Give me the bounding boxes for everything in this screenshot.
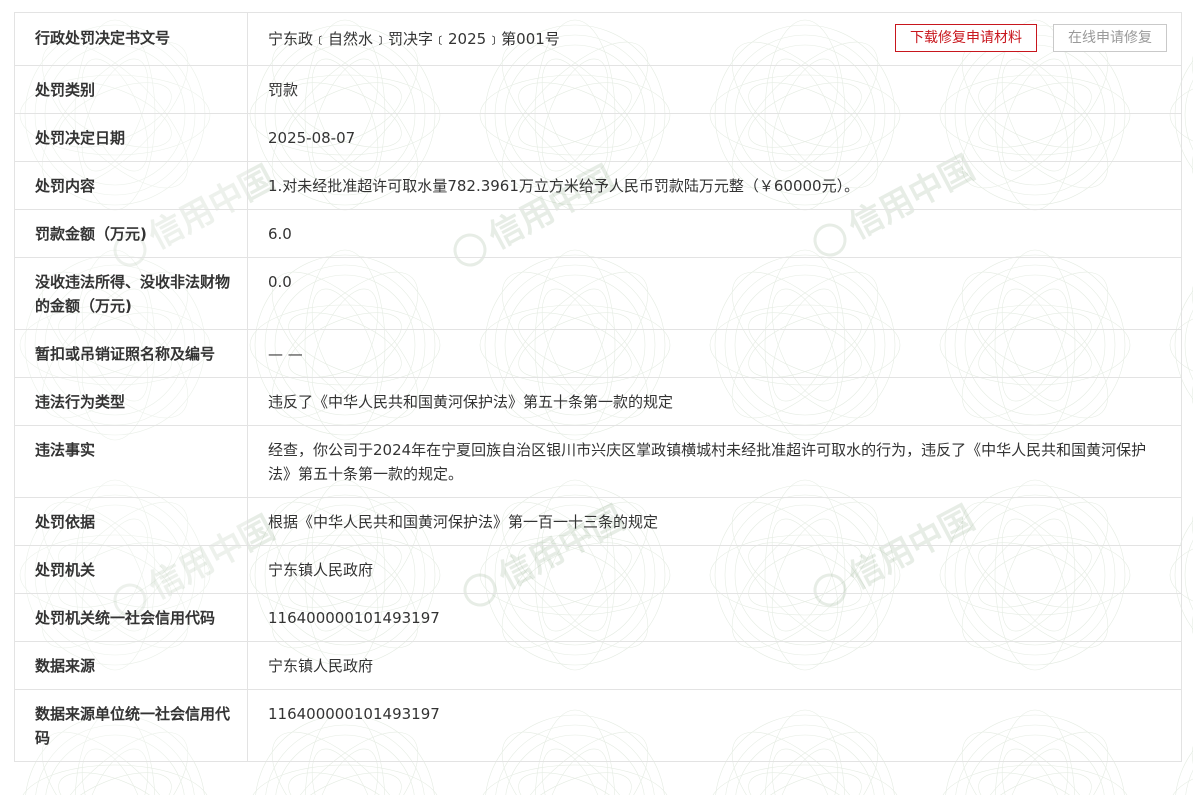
row-label: 处罚内容: [14, 161, 248, 210]
row-value: 6.0: [247, 209, 1182, 258]
decision-number-cell: 宁东政﹝自然水﹞罚决字﹝2025﹞第001号 下载修复申请材料 在线申请修复: [268, 24, 1167, 52]
penalty-detail-table: 行政处罚决定书文号 宁东政﹝自然水﹞罚决字﹝2025﹞第001号 下载修复申请材…: [14, 12, 1182, 762]
table-row: 行政处罚决定书文号 宁东政﹝自然水﹞罚决字﹝2025﹞第001号 下载修复申请材…: [14, 12, 1182, 66]
row-label: 处罚依据: [14, 497, 248, 546]
row-value: 2025-08-07: [247, 113, 1182, 162]
row-value: 0.0: [247, 257, 1182, 330]
row-label: 数据来源: [14, 641, 248, 690]
table-row: 处罚决定日期 2025-08-07: [14, 113, 1182, 162]
row-label: 处罚机关统一社会信用代码: [14, 593, 248, 642]
row-label: 违法事实: [14, 425, 248, 498]
table-row: 处罚内容 1.对未经批准超许可取水量782.3961万立方米给予人民币罚款陆万元…: [14, 161, 1182, 210]
row-value: 经查，你公司于2024年在宁夏回族自治区银川市兴庆区掌政镇横城村未经批准超许可取…: [247, 425, 1182, 498]
row-value: 1.对未经批准超许可取水量782.3961万立方米给予人民币罚款陆万元整（￥60…: [247, 161, 1182, 210]
row-value: 116400000101493197: [247, 689, 1182, 762]
table-row: 罚款金额（万元) 6.0: [14, 209, 1182, 258]
row-value: 罚款: [247, 65, 1182, 114]
row-label: 处罚机关: [14, 545, 248, 594]
row-label: 行政处罚决定书文号: [14, 12, 248, 66]
row-label: 处罚决定日期: [14, 113, 248, 162]
row-value: 116400000101493197: [247, 593, 1182, 642]
action-button-group: 下载修复申请材料 在线申请修复: [895, 24, 1167, 52]
table-row: 处罚机关统一社会信用代码 116400000101493197: [14, 593, 1182, 642]
row-value: 宁东镇人民政府: [247, 641, 1182, 690]
table-row: 暂扣或吊销证照名称及编号 — —: [14, 329, 1182, 378]
download-repair-materials-button[interactable]: 下载修复申请材料: [895, 24, 1037, 52]
table-row: 处罚依据 根据《中华人民共和国黄河保护法》第一百一十三条的规定: [14, 497, 1182, 546]
row-label: 处罚类别: [14, 65, 248, 114]
row-value: 宁东镇人民政府: [247, 545, 1182, 594]
table-row: 数据来源单位统一社会信用代码 116400000101493197: [14, 689, 1182, 762]
row-label: 罚款金额（万元): [14, 209, 248, 258]
table-row: 违法行为类型 违反了《中华人民共和国黄河保护法》第五十条第一款的规定: [14, 377, 1182, 426]
table-row: 处罚机关 宁东镇人民政府: [14, 545, 1182, 594]
row-value: — —: [247, 329, 1182, 378]
row-value: 违反了《中华人民共和国黄河保护法》第五十条第一款的规定: [247, 377, 1182, 426]
row-label: 没收违法所得、没收非法财物的金额（万元): [14, 257, 248, 330]
table-row: 违法事实 经查，你公司于2024年在宁夏回族自治区银川市兴庆区掌政镇横城村未经批…: [14, 425, 1182, 498]
row-label: 违法行为类型: [14, 377, 248, 426]
table-row: 没收违法所得、没收非法财物的金额（万元) 0.0: [14, 257, 1182, 330]
row-value: 根据《中华人民共和国黄河保护法》第一百一十三条的规定: [247, 497, 1182, 546]
row-label: 数据来源单位统一社会信用代码: [14, 689, 248, 762]
table-row: 处罚类别 罚款: [14, 65, 1182, 114]
row-label: 暂扣或吊销证照名称及编号: [14, 329, 248, 378]
online-repair-apply-button[interactable]: 在线申请修复: [1053, 24, 1167, 52]
table-row: 数据来源 宁东镇人民政府: [14, 641, 1182, 690]
decision-number-value: 宁东政﹝自然水﹞罚决字﹝2025﹞第001号: [268, 30, 560, 48]
